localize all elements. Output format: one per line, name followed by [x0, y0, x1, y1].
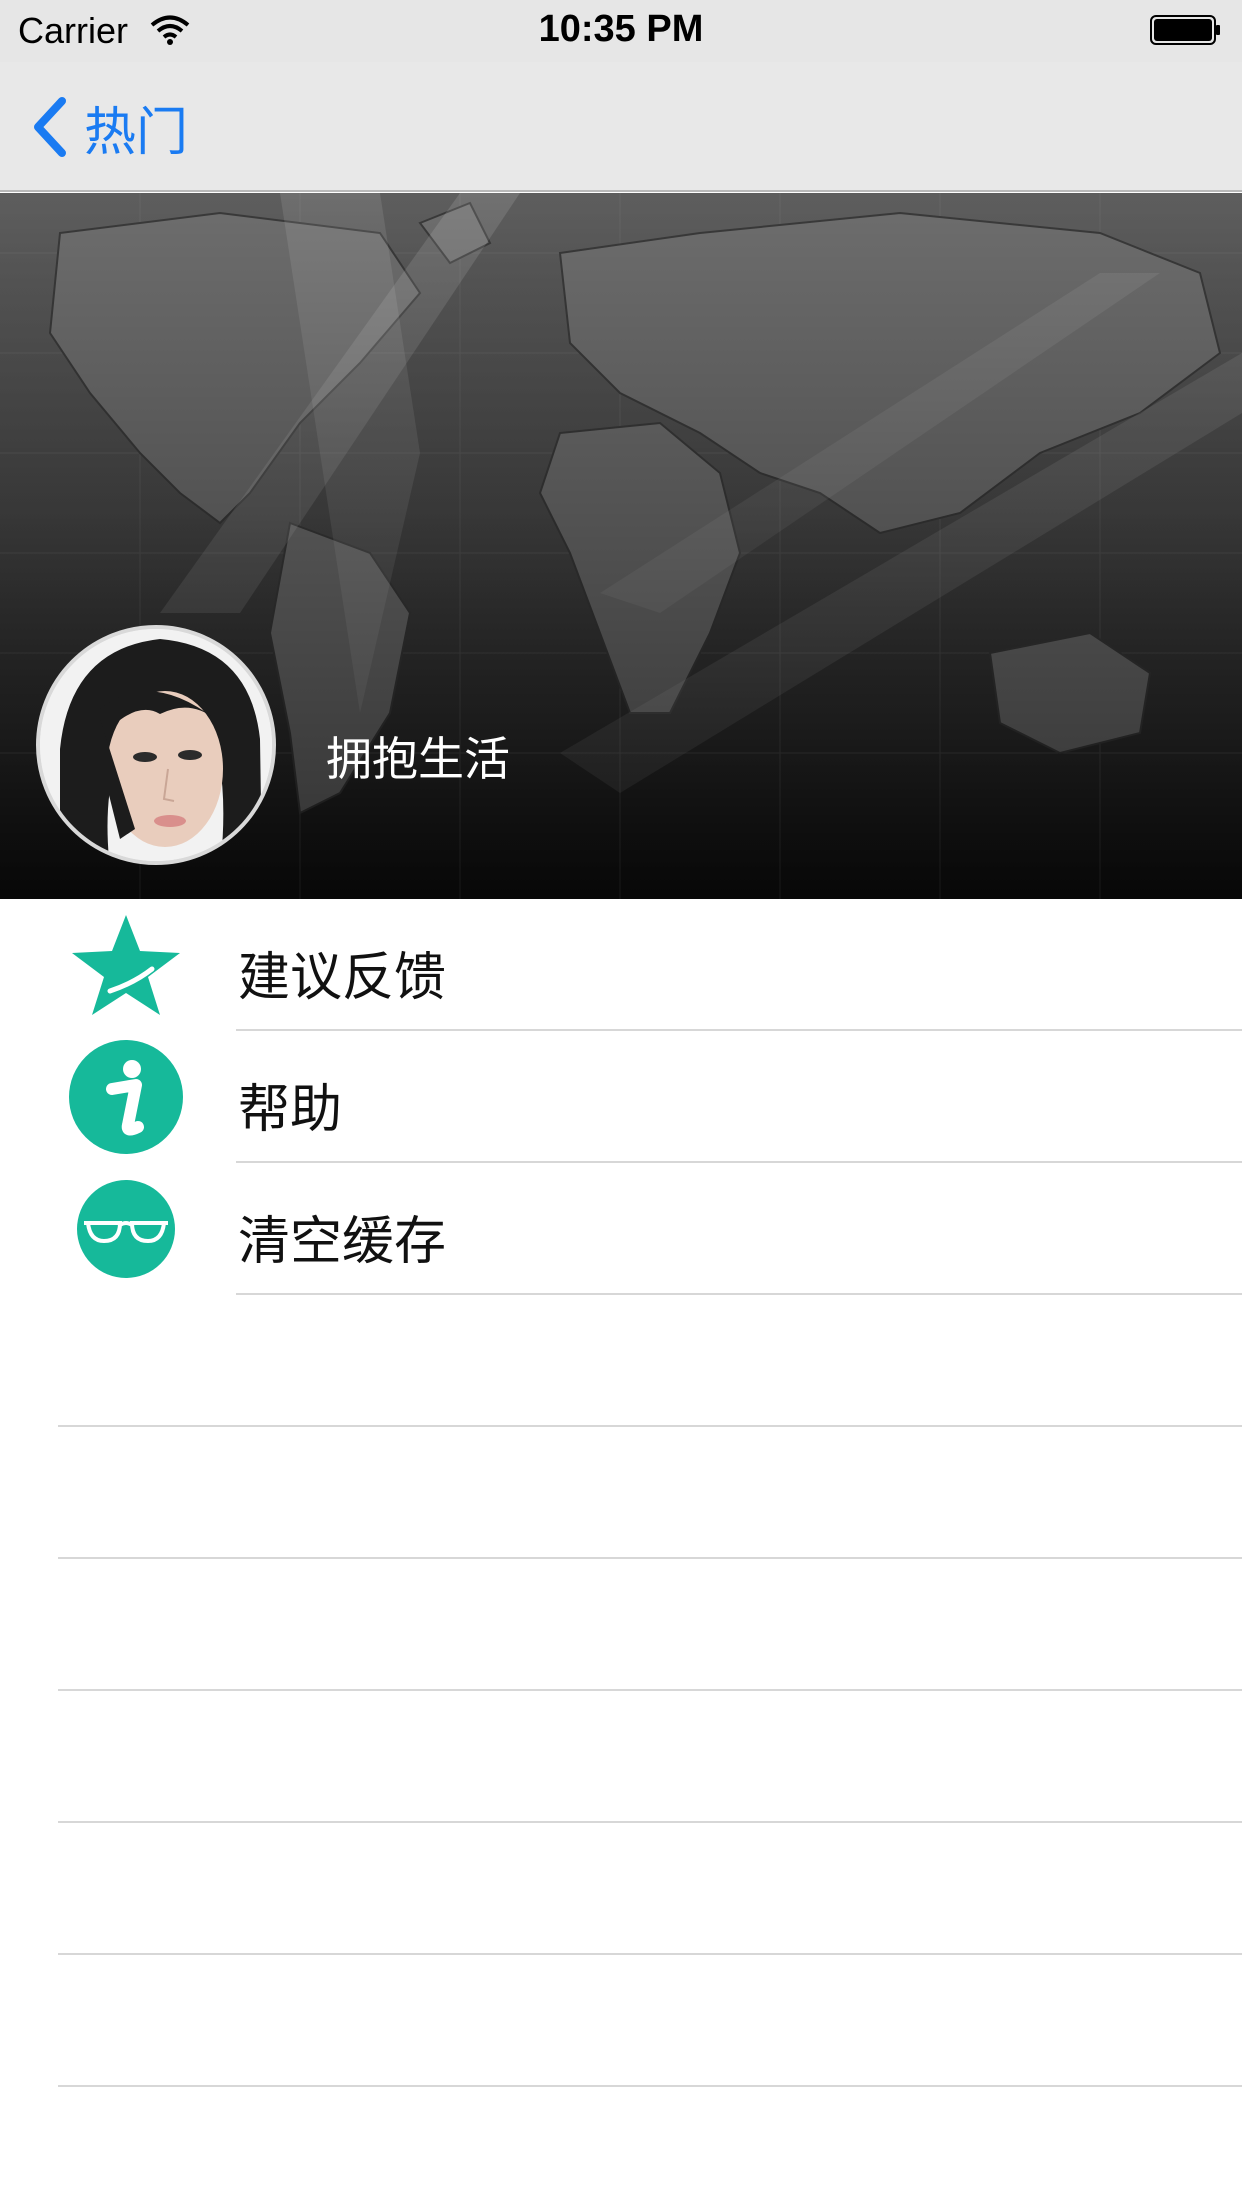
- star-icon: [66, 909, 186, 1021]
- status-bar: Carrier 10:35 PM: [0, 0, 1242, 62]
- list-item-label: 帮助: [238, 1080, 343, 1140]
- settings-table: 建议反馈 帮助 清空缓存: [0, 899, 1242, 2087]
- list-item-clear-cache[interactable]: 清空缓存: [0, 1163, 1242, 1295]
- back-label: 热门: [84, 102, 189, 163]
- battery-icon: [1150, 15, 1220, 45]
- empty-row: [0, 1559, 1242, 1691]
- avatar-portrait: [40, 629, 272, 861]
- user-name: 拥抱生活: [326, 732, 510, 786]
- empty-row: [0, 1295, 1242, 1427]
- empty-row: [0, 1427, 1242, 1559]
- info-icon: [66, 1040, 186, 1154]
- glasses-icon: [66, 1173, 186, 1285]
- avatar[interactable]: [36, 625, 276, 865]
- empty-row: [0, 1955, 1242, 2087]
- row-separator: [58, 2085, 1242, 2087]
- list-item-help[interactable]: 帮助: [0, 1031, 1242, 1163]
- empty-row: [0, 1691, 1242, 1823]
- profile-header: 拥抱生活: [0, 193, 1242, 899]
- list-item-label: 建议反馈: [238, 948, 447, 1008]
- navigation-bar: 热门: [0, 62, 1242, 192]
- chevron-left-icon: [34, 97, 66, 157]
- back-button[interactable]: 热门: [30, 92, 189, 163]
- empty-row: [0, 1823, 1242, 1955]
- list-item-feedback[interactable]: 建议反馈: [0, 899, 1242, 1031]
- status-time: 10:35 PM: [538, 8, 704, 50]
- list-item-label: 清空缓存: [238, 1212, 447, 1272]
